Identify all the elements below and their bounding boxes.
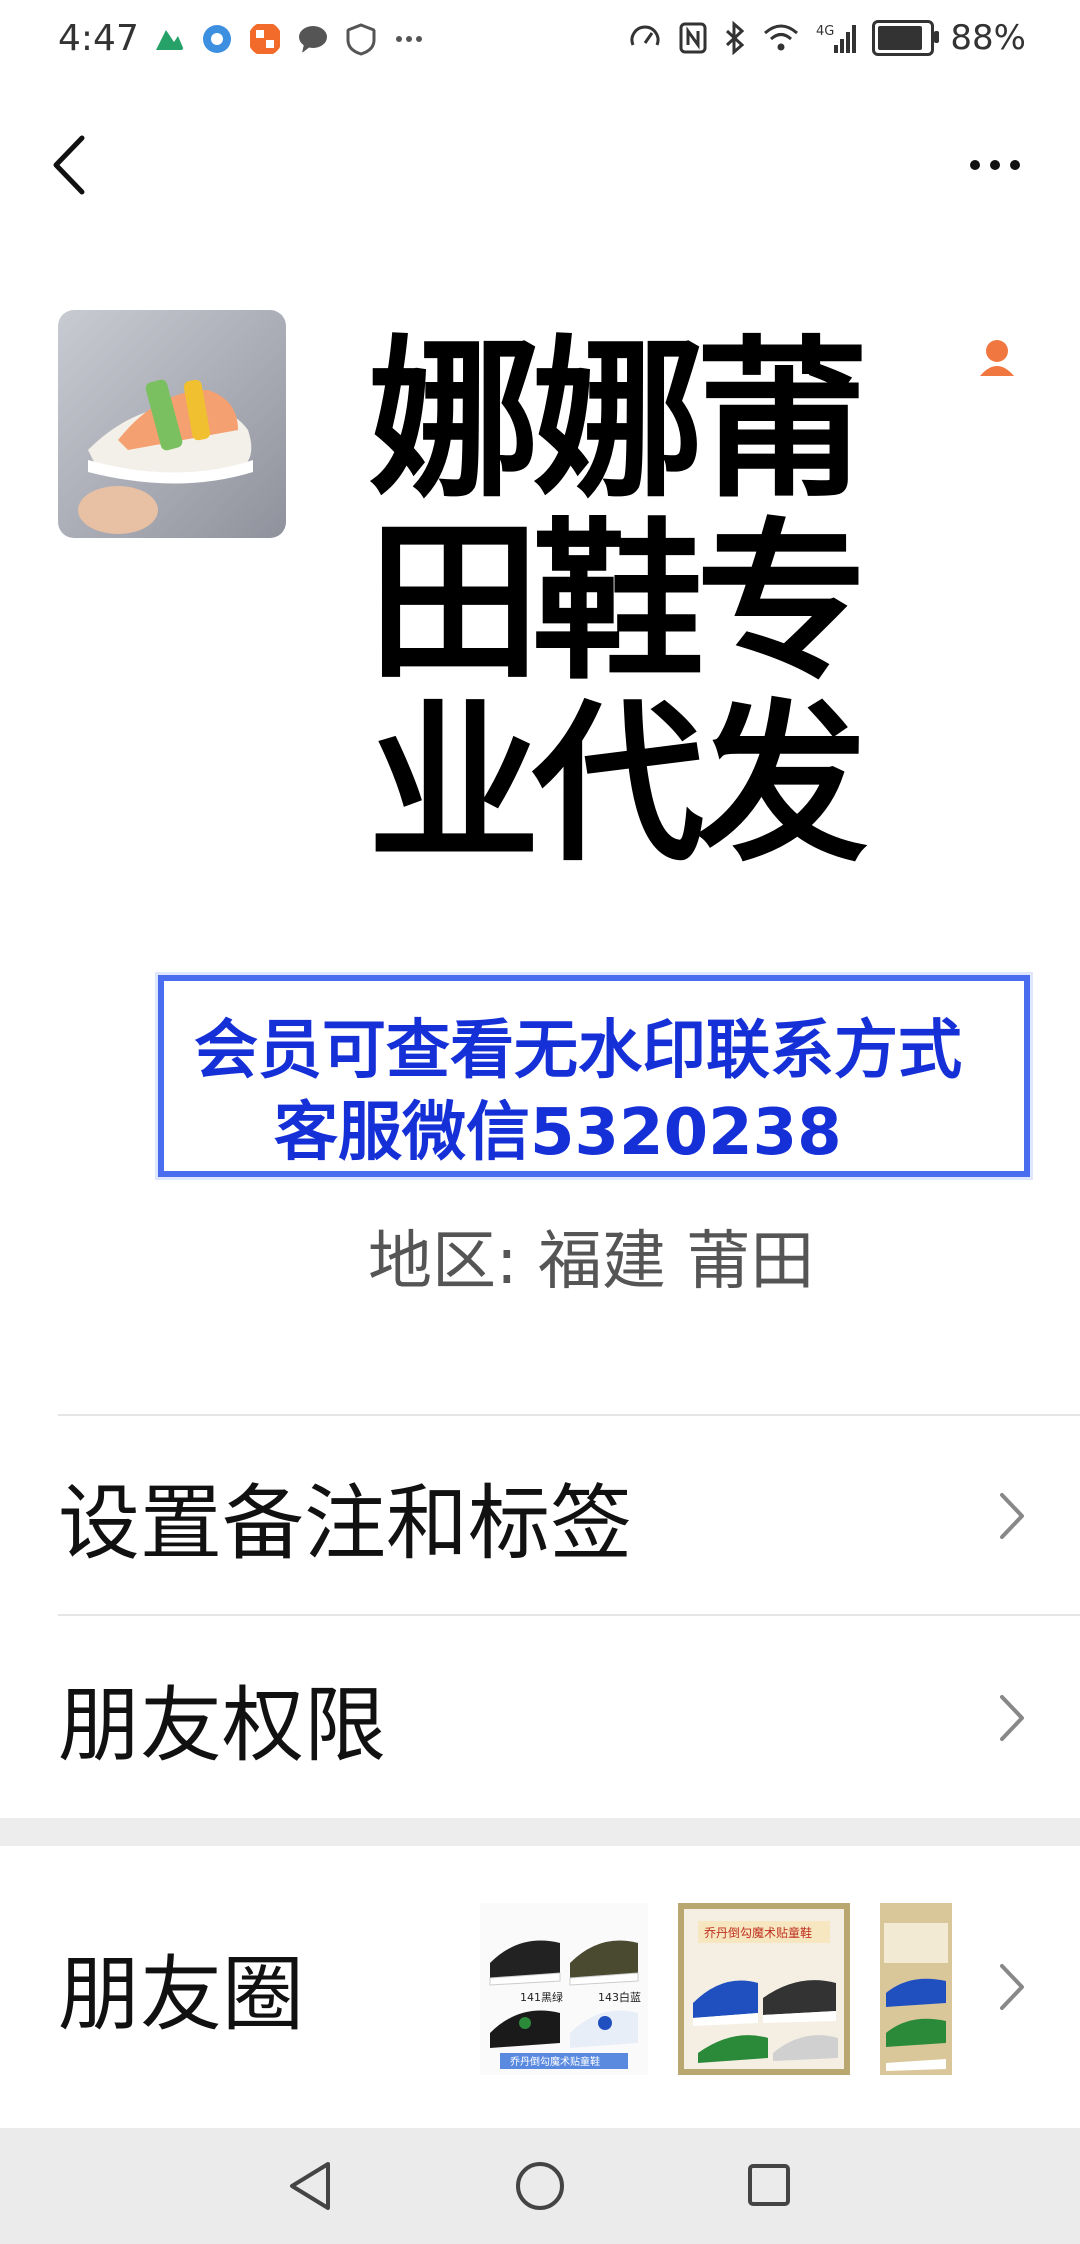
more-options-button[interactable] bbox=[950, 130, 1040, 200]
status-bar: 4:47 4G 88% bbox=[0, 0, 1080, 84]
bluetooth-icon bbox=[726, 21, 745, 55]
app-icon bbox=[250, 24, 280, 54]
dot bbox=[970, 160, 980, 170]
thumb1-label-a: 141黑绿 bbox=[520, 1990, 563, 2004]
shield-icon bbox=[346, 23, 376, 56]
nav-recent-apps-icon[interactable] bbox=[746, 2162, 792, 2208]
nav-home-icon[interactable] bbox=[514, 2160, 566, 2212]
network-label: 4G bbox=[816, 24, 834, 39]
dot bbox=[1010, 160, 1020, 170]
battery-icon bbox=[872, 20, 940, 56]
status-icons-right: 4G 88% bbox=[628, 18, 1026, 58]
battery-fill bbox=[878, 26, 923, 50]
signal-icon: 4G bbox=[816, 24, 857, 53]
moments-thumbnail-1[interactable]: 141黑绿 143白蓝 乔丹倒勾魔术贴童鞋 bbox=[480, 1903, 648, 2075]
wifi-icon bbox=[764, 24, 799, 51]
person-icon bbox=[980, 340, 1014, 376]
moments-thumbnail-2[interactable]: 乔丹倒勾魔术贴童鞋 bbox=[678, 1903, 850, 2075]
chevron-right-icon bbox=[1000, 1493, 1024, 1539]
nav-back-icon[interactable] bbox=[286, 2160, 334, 2212]
chevron-right-icon bbox=[1000, 1964, 1024, 2010]
back-arrow-icon[interactable] bbox=[40, 130, 110, 200]
browser-icon bbox=[203, 25, 231, 53]
menu-item-friend-permissions[interactable]: 朋友权限 bbox=[0, 1618, 1080, 1818]
menu-label-remarks-tags: 设置备注和标签 bbox=[58, 1476, 633, 1572]
more-icon bbox=[396, 36, 422, 42]
status-icons-left bbox=[152, 22, 426, 56]
speed-icon bbox=[630, 25, 660, 46]
maps-icon bbox=[156, 30, 184, 50]
thumb1-label-b: 143白蓝 bbox=[598, 1990, 641, 2004]
chevron-right-icon bbox=[1000, 1695, 1024, 1741]
thumbnail-image-3 bbox=[880, 1903, 952, 2075]
avatar-shoe-image bbox=[58, 310, 286, 538]
message-icon bbox=[299, 26, 327, 53]
system-nav-bar bbox=[0, 2128, 1080, 2244]
divider bbox=[58, 1414, 1080, 1416]
menu-label-moments: 朋友圈 bbox=[58, 1947, 305, 2043]
watermark-banner: 会员可查看无水印联系方式 客服微信5320238 bbox=[158, 975, 1030, 1177]
menu-label-friend-permissions: 朋友权限 bbox=[58, 1678, 387, 1774]
menu-item-remarks-tags[interactable]: 设置备注和标签 bbox=[0, 1418, 1080, 1614]
divider bbox=[58, 1614, 1080, 1616]
watermark-line-1: 会员可查看无水印联系方式 bbox=[194, 1014, 962, 1088]
dot bbox=[990, 160, 1000, 170]
thumbnail-image-1: 141黑绿 143白蓝 乔丹倒勾魔术贴童鞋 bbox=[480, 1903, 648, 2075]
section-gap bbox=[0, 1818, 1080, 1846]
nfc-icon bbox=[679, 22, 707, 54]
top-nav bbox=[0, 100, 1080, 240]
thumb2-caption: 乔丹倒勾魔术贴童鞋 bbox=[704, 1925, 812, 1940]
thumbnail-image-2: 乔丹倒勾魔术贴童鞋 bbox=[678, 1903, 850, 2075]
moments-thumbnail-3[interactable] bbox=[880, 1903, 952, 2075]
avatar[interactable] bbox=[58, 310, 286, 538]
region-text: 地区: 福建 莆田 bbox=[368, 1225, 815, 1299]
battery-percent: 88% bbox=[950, 18, 1026, 58]
profile-name: 娜娜莆田鞋专业代发 bbox=[368, 320, 868, 885]
status-time: 4:47 bbox=[58, 18, 139, 59]
watermark-line-2: 客服微信5320238 bbox=[274, 1096, 842, 1170]
thumb1-caption: 乔丹倒勾魔术贴童鞋 bbox=[510, 2055, 600, 2068]
